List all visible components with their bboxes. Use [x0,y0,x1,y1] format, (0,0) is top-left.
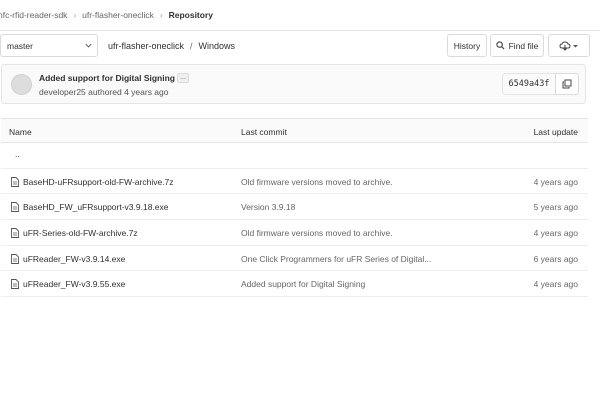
last-update: 4 years ago [533,279,578,290]
file-icon [11,253,19,264]
last-update: 5 years ago [533,202,578,213]
search-icon [495,41,505,50]
table-row: uFReader_FW-v3.9.55.exe Added support fo… [1,271,588,298]
last-update: 4 years ago [533,228,578,239]
table-header: Name Last commit Last update [1,118,588,143]
chevron-right-icon: › [159,10,163,20]
file-name: uFR-Series-old-FW-archive.7z [23,228,138,239]
commit-message-link[interactable]: Old firmware versions moved to archive. [241,228,393,238]
commit-author-meta: developer25 authored 4 years ago [39,87,169,97]
commit-message-link[interactable]: Added support for Digital Signing [241,279,365,289]
file-icon [11,176,19,187]
file-link[interactable]: BaseHD-uFRsupport-old-FW-archive.7z [11,177,174,187]
path-breadcrumb: ufr-flasher-oneclick / Windows [108,34,235,57]
find-file-button[interactable]: Find file [490,34,544,57]
divider [0,30,600,31]
repository-toolbar: master ufr-flasher-oneclick / Windows Hi… [0,34,600,58]
file-link[interactable]: uFR-Series-old-FW-archive.7z [11,228,138,238]
file-name: BaseHD_FW_uFRsupport-v3.9.18.exe [23,202,169,213]
branch-name: master [7,40,33,51]
breadcrumb: nfc-rfid-reader-sdk › ufr-flasher-onecli… [0,0,600,30]
breadcrumb-item-current[interactable]: Repository [169,10,213,20]
copy-icon [562,79,572,89]
expand-commit-button[interactable]: ... [177,73,189,83]
column-header-name: Name [9,127,32,137]
breadcrumb-item-group[interactable]: nfc-rfid-reader-sdk [0,10,67,20]
avatar[interactable] [11,74,32,95]
path-segment-project[interactable]: ufr-flasher-oneclick [108,41,184,51]
chevron-right-icon: › [73,10,77,20]
table-row: BaseHD_FW_uFRsupport-v3.9.18.exe Version… [1,194,588,221]
parent-directory-row[interactable]: .. [1,143,588,169]
table-row: BaseHD-uFRsupport-old-FW-archive.7z Old … [1,169,588,195]
file-link[interactable]: BaseHD_FW_uFRsupport-v3.9.18.exe [11,202,169,212]
download-dropdown-button[interactable] [548,34,590,57]
file-name: BaseHD-uFRsupport-old-FW-archive.7z [23,176,174,187]
path-segment-folder[interactable]: Windows [199,41,236,51]
file-icon [11,279,19,290]
file-name: uFReader_FW-v3.9.14.exe [23,253,126,264]
branch-selector[interactable]: master [0,34,98,57]
find-file-label: Find file [508,40,539,51]
commit-title[interactable]: Added support for Digital Signing [39,73,175,83]
column-header-last-update: Last update [533,127,578,137]
last-update: 6 years ago [533,253,578,264]
last-commit-panel: Added support for Digital Signing ... de… [1,64,586,104]
file-icon [11,202,19,213]
copy-sha-button[interactable] [555,73,579,95]
parent-directory-link[interactable]: .. [15,149,20,159]
table-row: uFR-Series-old-FW-archive.7z Old firmwar… [1,220,588,246]
breadcrumb-item-project[interactable]: ufr-flasher-oneclick [82,10,154,20]
file-link[interactable]: uFReader_FW-v3.9.55.exe [11,279,125,289]
file-name: uFReader_FW-v3.9.55.exe [23,279,126,290]
path-separator: / [190,40,193,51]
last-update: 4 years ago [533,176,578,187]
history-button[interactable]: History [447,34,487,57]
chevron-down-icon [85,43,92,48]
column-header-last-commit: Last commit [241,127,287,137]
commit-message-link[interactable]: Version 3.9.18 [241,202,295,212]
commit-message-link[interactable]: Old firmware versions moved to archive. [241,177,393,187]
file-link[interactable]: uFReader_FW-v3.9.14.exe [11,254,125,264]
table-row: uFReader_FW-v3.9.14.exe One Click Progra… [1,246,588,272]
file-tree-table: Name Last commit Last update .. BaseHD-u… [1,118,588,298]
commit-sha[interactable]: 6549a43f [502,73,556,95]
commit-message-link[interactable]: One Click Programmers for uFR Series of … [241,254,431,264]
file-icon [11,228,19,239]
cloud-download-icon [559,40,578,51]
